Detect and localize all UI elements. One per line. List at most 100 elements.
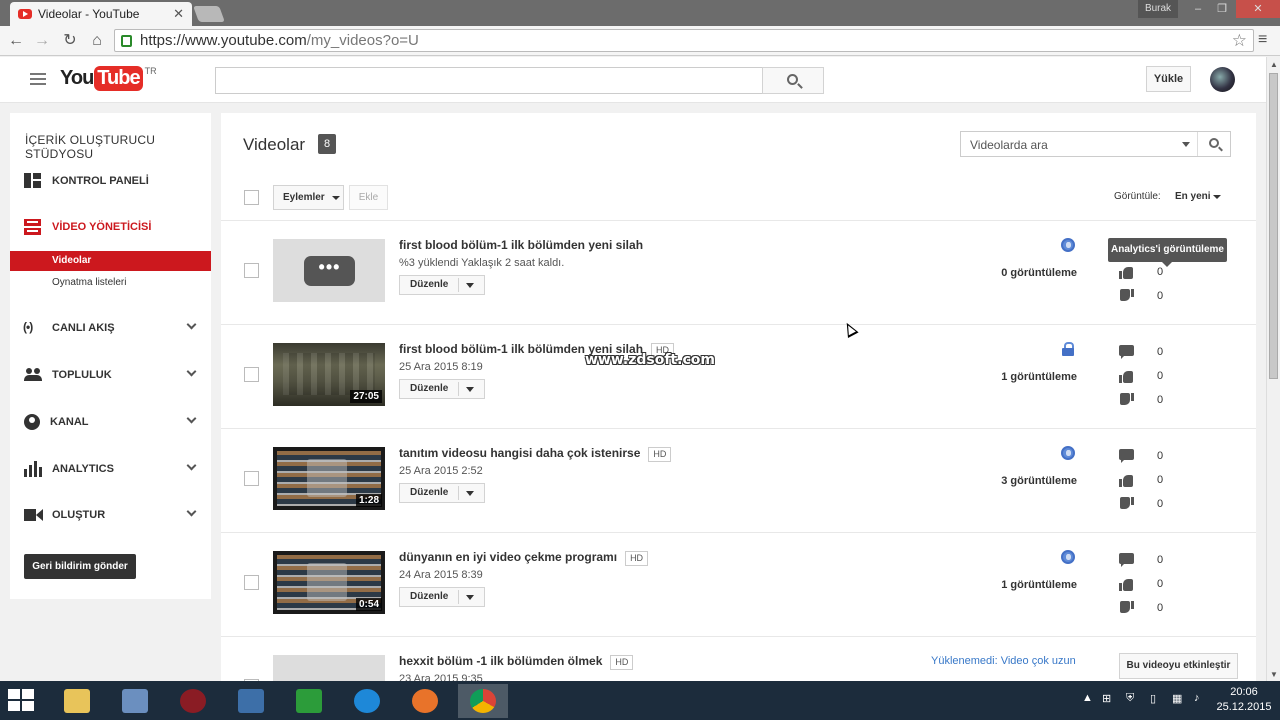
- chevron-down-icon[interactable]: [186, 319, 197, 330]
- view-count[interactable]: 1 görüntüleme: [959, 371, 1077, 383]
- chevron-down-icon[interactable]: [186, 460, 197, 471]
- minimize-icon[interactable]: –: [1186, 0, 1210, 18]
- firefox-icon[interactable]: [400, 684, 450, 718]
- tab-close-icon[interactable]: ✕: [173, 6, 184, 22]
- sidebar-item-label: TOPLULUK: [52, 369, 112, 381]
- windows-start-icon[interactable]: [8, 689, 36, 713]
- view-count[interactable]: 0 görüntüleme: [959, 267, 1077, 279]
- video-thumbnail[interactable]: •••: [273, 239, 385, 302]
- chevron-down-icon[interactable]: [1213, 195, 1221, 199]
- avatar[interactable]: [1210, 67, 1235, 92]
- url-path: /my_videos?o=U: [306, 32, 419, 49]
- video-row: ••• first blood bölüm-1 ilk bölümden yen…: [221, 225, 1256, 329]
- video-title[interactable]: first blood bölüm-1 ilk bölümden yeni si…: [399, 238, 643, 252]
- sidebar-item-create[interactable]: OLUŞTUR: [10, 505, 211, 525]
- upload-button[interactable]: Yükle: [1146, 66, 1191, 92]
- volume-icon[interactable]: ♪: [1194, 692, 1200, 704]
- tray-arrow-icon[interactable]: ▲: [1082, 692, 1093, 704]
- remote-desktop-icon[interactable]: [226, 684, 276, 718]
- activate-video-button[interactable]: Bu videoyu etkinleştir: [1119, 653, 1238, 679]
- bookmark-star-icon[interactable]: ☆: [1232, 31, 1247, 51]
- dislikes-stat: 0: [1119, 393, 1179, 409]
- send-feedback-button[interactable]: Geri bildirim gönder: [24, 554, 136, 579]
- chevron-down-icon[interactable]: [1182, 142, 1190, 147]
- sidebar-subitem-videos[interactable]: Videolar: [10, 251, 211, 271]
- back-icon[interactable]: ←: [6, 31, 26, 51]
- video-thumbnail[interactable]: 27:05: [273, 343, 385, 406]
- file-explorer-icon[interactable]: [52, 684, 102, 718]
- select-all-checkbox[interactable]: [244, 190, 259, 205]
- search-icon: [787, 74, 798, 85]
- chevron-down-icon[interactable]: [466, 595, 474, 600]
- new-tab-button[interactable]: [193, 6, 225, 22]
- sidebar-item-live[interactable]: CANLI AKIŞ: [10, 318, 211, 338]
- scroll-up-icon[interactable]: ▲: [1270, 60, 1278, 69]
- edit-button[interactable]: Düzenle: [399, 587, 485, 607]
- scroll-thumb[interactable]: [1269, 73, 1278, 379]
- search-button[interactable]: [762, 67, 824, 94]
- add-button[interactable]: Ekle: [349, 185, 388, 210]
- sort-dropdown[interactable]: En yeni: [1175, 191, 1211, 202]
- video-title[interactable]: tanıtım videosu hangisi daha çok istenir…: [399, 446, 672, 462]
- video-thumbnail[interactable]: 0:54: [273, 551, 385, 614]
- network-app-icon[interactable]: [110, 684, 160, 718]
- create-icon: [24, 507, 43, 523]
- sidebar-item-analytics[interactable]: ANALYTICS: [10, 459, 211, 479]
- taskbar-clock[interactable]: 20:06 25.12.2015: [1214, 685, 1274, 715]
- media-app-icon[interactable]: [168, 684, 218, 718]
- tray-shield-icon[interactable]: ⛨: [1126, 692, 1134, 705]
- page-scrollbar[interactable]: ▲ ▼: [1266, 57, 1280, 681]
- edit-button[interactable]: Düzenle: [399, 275, 485, 295]
- video-row: 27:05 first blood bölüm-1 ilk bölümden y…: [221, 329, 1256, 433]
- video-checkbox[interactable]: [244, 367, 259, 382]
- network-icon[interactable]: ▦: [1172, 692, 1182, 705]
- edit-button[interactable]: Düzenle: [399, 483, 485, 503]
- view-count[interactable]: 1 görüntüleme: [959, 579, 1077, 591]
- sidebar-item-channel[interactable]: KANAL: [10, 412, 211, 432]
- scroll-down-icon[interactable]: ▼: [1270, 670, 1278, 679]
- upload-failed-status[interactable]: Yüklenemedi: Video çok uzun: [931, 655, 1076, 667]
- sidebar-item-community[interactable]: TOPLULUK: [10, 365, 211, 385]
- home-icon[interactable]: ⌂: [87, 31, 107, 51]
- youtube-logo[interactable]: You Tube TR: [60, 66, 157, 91]
- video-thumbnail[interactable]: [273, 655, 385, 681]
- forward-icon[interactable]: →: [32, 31, 52, 51]
- chevron-down-icon[interactable]: [466, 283, 474, 288]
- video-thumbnail[interactable]: 1:28: [273, 447, 385, 510]
- sidebar-subitem-playlists[interactable]: Oynatma listeleri: [10, 273, 211, 293]
- video-date: 23 Ara 2015 9:35: [399, 673, 483, 681]
- actions-dropdown-button[interactable]: Eylemler: [273, 185, 344, 210]
- chevron-down-icon[interactable]: [186, 506, 197, 517]
- view-count[interactable]: 3 görüntüleme: [959, 475, 1077, 487]
- sidebar-item-video-manager[interactable]: VİDEO YÖNETİCİSİ: [10, 217, 211, 237]
- reload-icon[interactable]: ↻: [60, 31, 80, 51]
- guide-menu-icon[interactable]: [30, 73, 46, 85]
- browser-user-label[interactable]: Burak: [1138, 0, 1178, 18]
- chevron-down-icon[interactable]: [186, 413, 197, 424]
- chevron-down-icon[interactable]: [186, 366, 197, 377]
- sidebar-item-dashboard[interactable]: KONTROL PANELİ: [10, 171, 211, 191]
- chevron-down-icon[interactable]: [466, 387, 474, 392]
- browser-menu-icon[interactable]: ≡: [1258, 31, 1274, 51]
- search-icon[interactable]: [1209, 138, 1219, 148]
- internet-explorer-icon[interactable]: [342, 684, 392, 718]
- chrome-icon[interactable]: [458, 684, 508, 718]
- tray-windows-icon[interactable]: ⊞: [1102, 692, 1111, 705]
- edit-button[interactable]: Düzenle: [399, 379, 485, 399]
- search-input[interactable]: [215, 67, 763, 94]
- browser-tab[interactable]: Videolar - YouTube ✕: [10, 2, 192, 26]
- video-checkbox[interactable]: [244, 263, 259, 278]
- url-field[interactable]: https://www.youtube.com/my_videos?o=U ☆: [114, 29, 1254, 52]
- video-title[interactable]: hexxit bölüm -1 ilk bölümden ölmek HD: [399, 654, 634, 670]
- restore-icon[interactable]: ❐: [1210, 0, 1234, 18]
- sidebar-item-label: KONTROL PANELİ: [52, 175, 149, 187]
- video-checkbox[interactable]: [244, 575, 259, 590]
- battery-icon[interactable]: ▯: [1150, 692, 1156, 705]
- store-icon[interactable]: [284, 684, 334, 718]
- chevron-down-icon[interactable]: [466, 491, 474, 496]
- window-close-icon[interactable]: ✕: [1236, 0, 1280, 18]
- video-title[interactable]: dünyanın en iyi video çekme programı HD: [399, 550, 649, 566]
- video-checkbox[interactable]: [244, 471, 259, 486]
- dislikes-stat: 0: [1119, 497, 1179, 513]
- video-search-input[interactable]: Videolarda ara: [960, 131, 1231, 157]
